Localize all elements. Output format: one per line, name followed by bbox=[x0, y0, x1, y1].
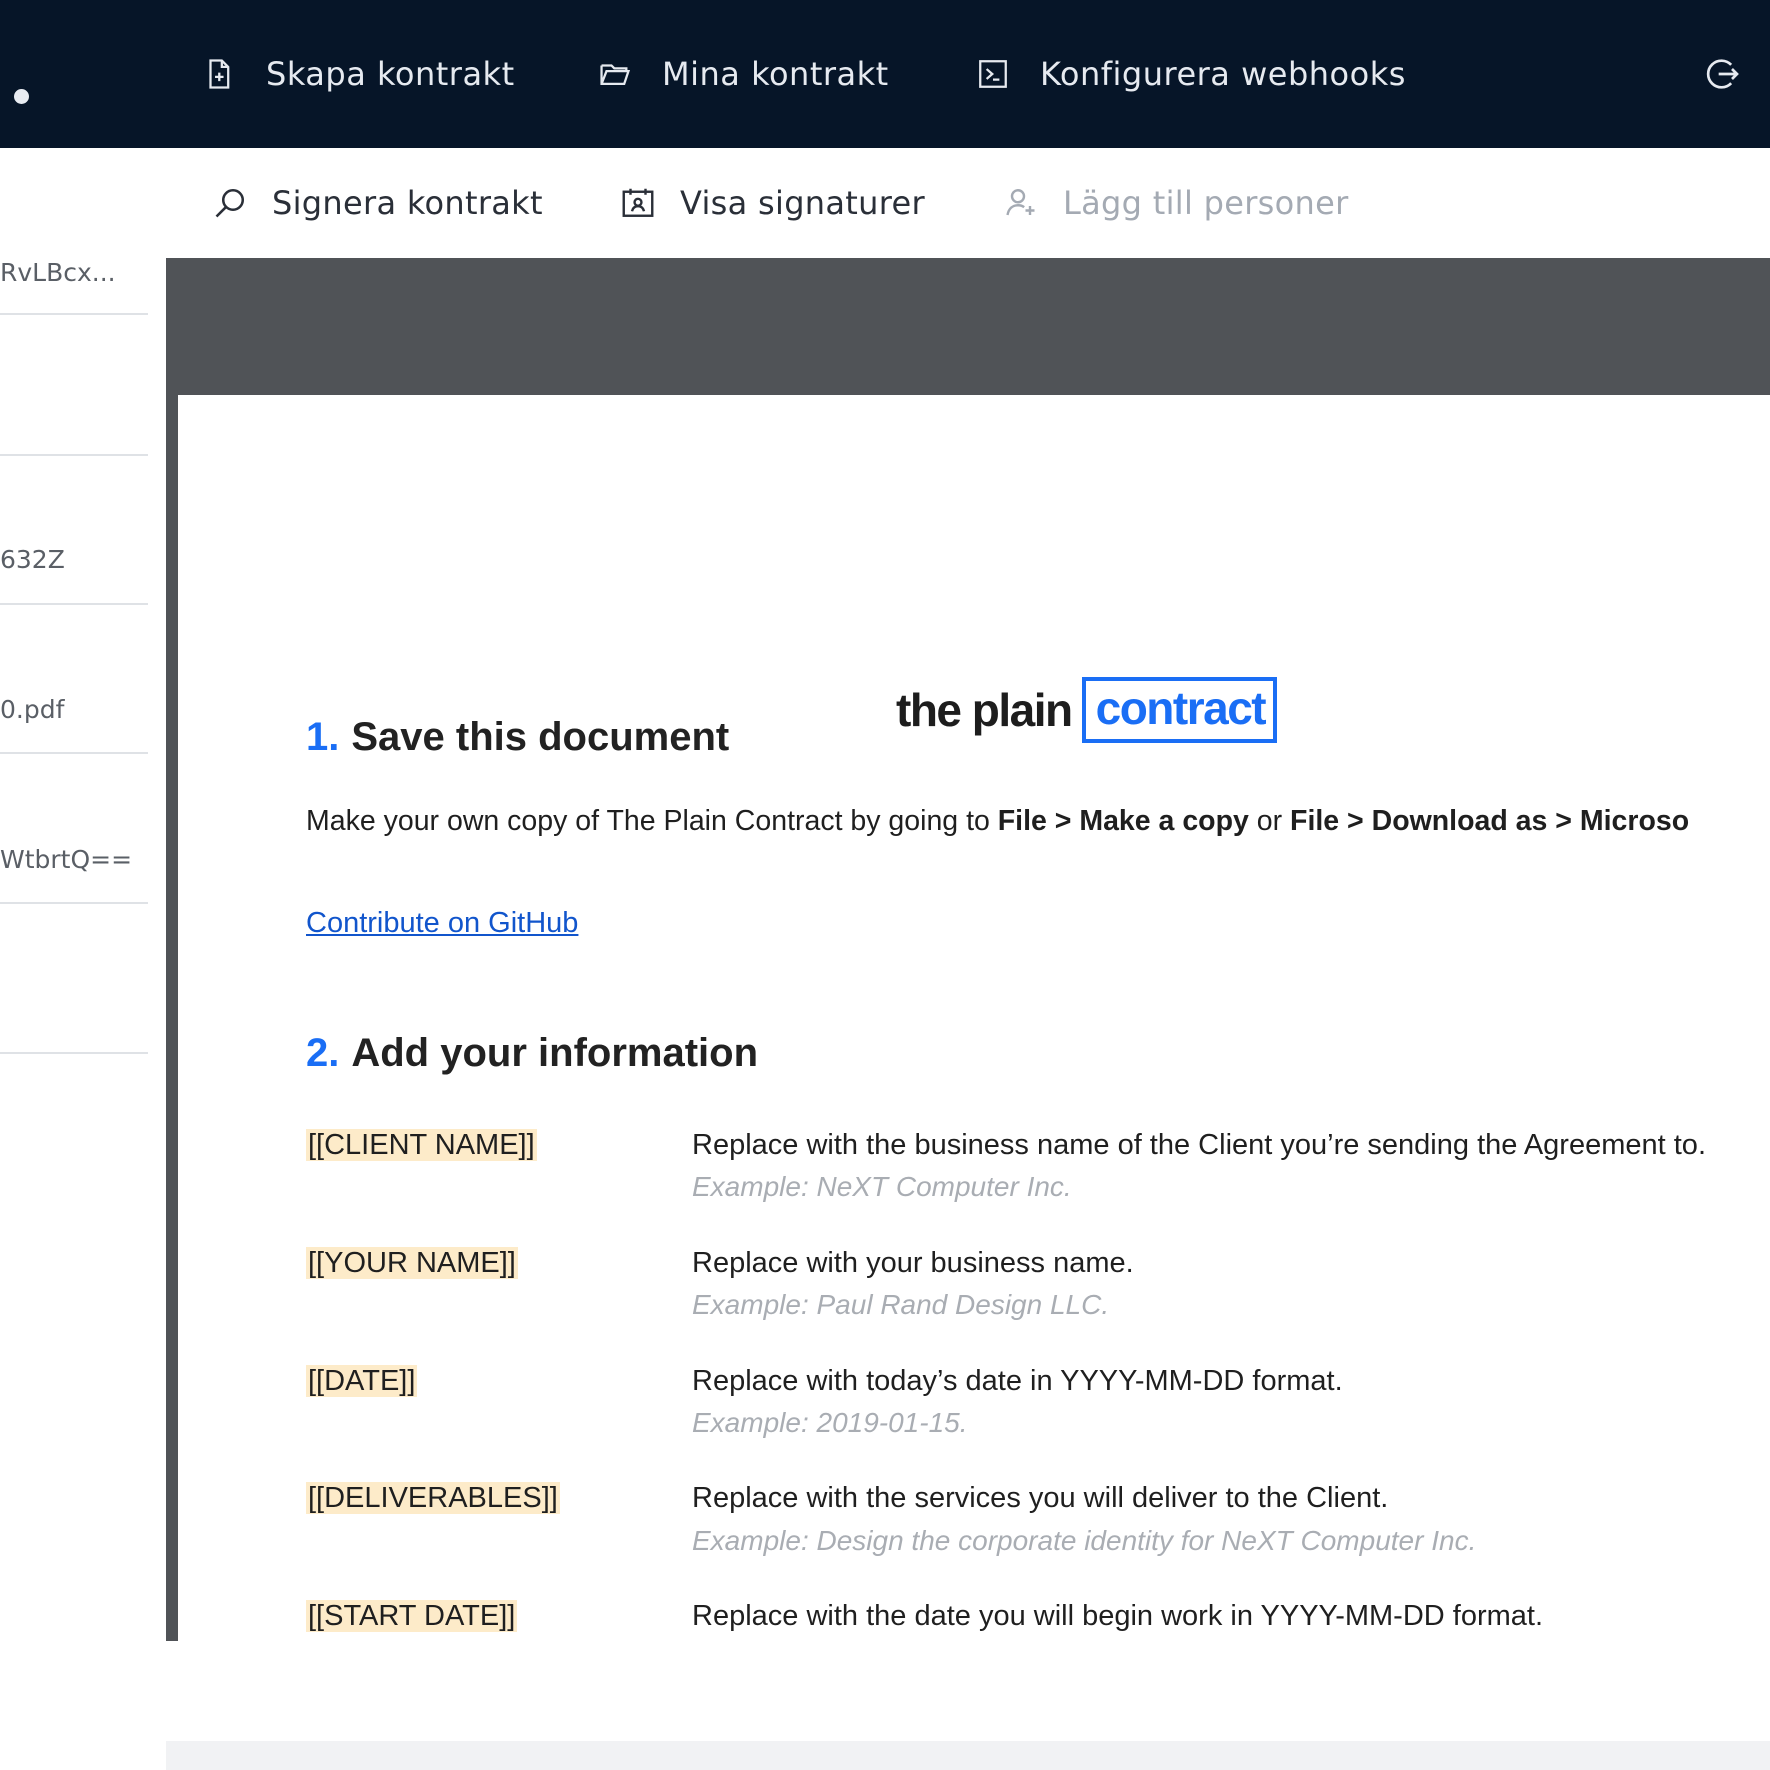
info-value: WtbrtQ== bbox=[0, 845, 133, 874]
placeholder-tag: [[START DATE]] bbox=[306, 1600, 518, 1633]
add-person-icon bbox=[1006, 189, 1035, 216]
brand-logo[interactable] bbox=[14, 89, 29, 104]
logout-icon[interactable] bbox=[1702, 54, 1742, 94]
nav-mina-kontrakt[interactable]: Mina kontrakt bbox=[598, 0, 889, 148]
section-heading: 2. Add your information bbox=[306, 1031, 758, 1076]
add-people-button: Lägg till personer bbox=[1003, 148, 1349, 258]
nav-skapa-kontrakt[interactable]: Skapa kontrakt bbox=[202, 0, 515, 148]
tag-text: [[CLIENT NAME]] bbox=[306, 1129, 537, 1161]
show-signatures-label: Visa signaturer bbox=[680, 184, 925, 222]
folder-icon bbox=[600, 64, 631, 86]
document-viewer[interactable]: the plain contract 1. Save this document … bbox=[166, 258, 1770, 1641]
info-value: 0.pdf bbox=[0, 695, 65, 724]
placeholder-tag: [[CLIENT NAME]] bbox=[306, 1129, 537, 1162]
field-description: Replace with the date you will begin wor… bbox=[692, 1600, 1544, 1632]
placeholder-tag: [[YOUR NAME]] bbox=[306, 1247, 518, 1280]
info-value: RvLBcx... bbox=[0, 258, 116, 287]
field-example: Example: NeXT Computer Inc. bbox=[692, 1171, 1072, 1202]
tag-text: [[START DATE]] bbox=[306, 1600, 518, 1632]
field-description: Replace with the services you will deliv… bbox=[692, 1482, 1389, 1514]
sign-contract-button[interactable]: Signera kontrakt bbox=[212, 148, 543, 258]
intro-text: Make your own copy of The Plain Contract… bbox=[306, 805, 998, 837]
sign-contract-label: Signera kontrakt bbox=[272, 184, 543, 222]
placeholder-tag: [[DELIVERABLES]] bbox=[306, 1482, 560, 1515]
field-example: Example: 2019-01-15. bbox=[692, 1407, 968, 1438]
top-navigation-bar: Skapa kontrakt Mina kontrakt Konfigurera… bbox=[0, 0, 1770, 148]
github-link[interactable]: Contribute on GitHub bbox=[306, 907, 578, 940]
info-row: RvLBcx... bbox=[0, 258, 148, 315]
tag-text: [[DATE]] bbox=[306, 1365, 418, 1397]
info-row bbox=[0, 904, 148, 1054]
new-document-icon bbox=[209, 59, 230, 89]
section-title: Add your information bbox=[351, 1031, 758, 1075]
document-page: the plain contract 1. Save this document … bbox=[178, 395, 1770, 1641]
intro-paragraph: Make your own copy of The Plain Contract… bbox=[306, 805, 1689, 838]
show-signatures-button[interactable]: Visa signaturer bbox=[620, 148, 925, 258]
info-row: 632Z bbox=[0, 456, 148, 605]
section-number: 2. bbox=[306, 1031, 340, 1075]
nav-konfigurera-webhooks[interactable]: Konfigurera webhooks bbox=[976, 0, 1406, 148]
field-example: Example: Design the corporate identity f… bbox=[692, 1525, 1477, 1556]
field-description: Replace with your business name. bbox=[692, 1247, 1134, 1279]
contract-toolbar: Signera kontrakt Visa signaturer Lägg ti… bbox=[0, 148, 1770, 258]
logo-text: the plain bbox=[896, 684, 1073, 736]
field-example: Example: Paul Rand Design LLC. bbox=[692, 1289, 1110, 1320]
section-heading: 1. Save this document bbox=[306, 715, 729, 760]
calendar-person-icon bbox=[622, 188, 654, 217]
info-value: 632Z bbox=[0, 545, 65, 574]
logo-boxed-text: contract bbox=[1081, 677, 1278, 743]
terminal-icon bbox=[979, 60, 1007, 88]
magnifier-icon bbox=[215, 188, 245, 218]
add-people-label: Lägg till personer bbox=[1063, 184, 1349, 222]
section-number: 1. bbox=[306, 715, 340, 759]
field-description: Replace with today’s date in YYYY-MM-DD … bbox=[692, 1365, 1343, 1397]
nav-webhooks-label: Konfigurera webhooks bbox=[1040, 55, 1406, 93]
field-description: Replace with the business name of the Cl… bbox=[692, 1129, 1706, 1161]
tag-text: [[DELIVERABLES]] bbox=[306, 1482, 560, 1514]
intro-text: or bbox=[1248, 805, 1291, 837]
intro-bold: File > Make a copy bbox=[997, 805, 1249, 837]
plain-contract-logo: the plain contract bbox=[896, 677, 1278, 743]
placeholder-tag: [[DATE]] bbox=[306, 1365, 418, 1398]
info-row: WtbrtQ== bbox=[0, 754, 148, 904]
section-title: Save this document bbox=[351, 715, 730, 759]
tag-text: [[YOUR NAME]] bbox=[306, 1247, 518, 1279]
nav-mina-label: Mina kontrakt bbox=[662, 55, 889, 93]
viewer-footer bbox=[166, 1741, 1770, 1770]
contract-info-panel: RvLBcx... 632Z 0.pdf WtbrtQ== bbox=[0, 258, 148, 1770]
info-row: 0.pdf bbox=[0, 605, 148, 754]
info-row bbox=[0, 315, 148, 456]
nav-skapa-label: Skapa kontrakt bbox=[266, 55, 515, 93]
intro-bold: File > Download as > Microso bbox=[1290, 805, 1690, 837]
